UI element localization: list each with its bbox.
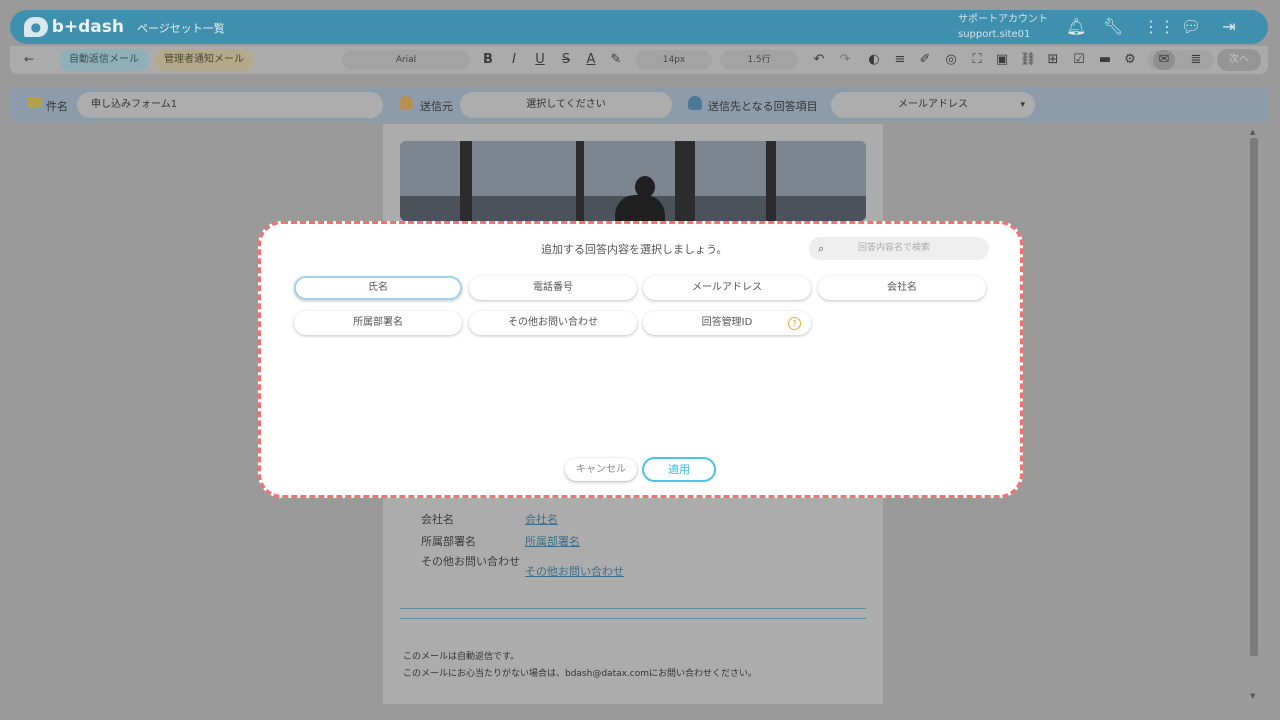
dialog-title: 追加する回答内容を選択しましょう。 xyxy=(541,243,728,256)
envelope-icon xyxy=(27,97,41,107)
undo-icon[interactable]: ↶ xyxy=(809,50,829,70)
chevron-down-icon: ▾ xyxy=(1020,100,1025,110)
font-select[interactable]: Arial xyxy=(342,50,470,70)
sender-label: 送信元 xyxy=(420,100,453,113)
checklist-icon[interactable]: ☑ xyxy=(1069,50,1089,70)
field-link[interactable]: 所属部署名 xyxy=(525,533,580,549)
chip-phone[interactable]: 電話番号 xyxy=(469,276,637,300)
logo-bubble-icon: ● xyxy=(24,17,48,37)
link-icon[interactable]: ⛓ xyxy=(1018,50,1038,70)
answer-select-dialog xyxy=(258,221,1023,498)
field-link[interactable]: その他お問い合わせ xyxy=(525,563,624,579)
align-icon[interactable]: ≡ xyxy=(890,50,910,70)
wrench-icon[interactable]: 🔧︎ xyxy=(1103,17,1123,37)
subject-input[interactable]: 申し込みフォーム1 xyxy=(77,92,383,118)
cancel-button[interactable]: キャンセル xyxy=(565,458,637,481)
divider xyxy=(400,618,866,619)
field-label: その他お問い合わせ xyxy=(421,555,520,568)
mail-view-icon[interactable]: ✉ xyxy=(1153,50,1175,70)
bold-icon[interactable]: B xyxy=(478,50,498,70)
divider xyxy=(400,608,866,609)
redo-icon[interactable]: ↷ xyxy=(835,50,855,70)
back-arrow-icon[interactable]: ← xyxy=(24,52,34,66)
palette-icon[interactable]: ◐ xyxy=(864,50,884,70)
answer-search-input[interactable]: ⌕ 回答内容名で検索 xyxy=(809,237,989,260)
subject-label: 件名 xyxy=(46,100,68,113)
help-chat-icon[interactable]: 💬︎ xyxy=(1181,17,1201,37)
sender-person-icon xyxy=(399,96,413,110)
field-label: 所属部署名 xyxy=(421,535,476,548)
font-color-icon[interactable]: A xyxy=(581,50,601,70)
field-link[interactable]: 会社名 xyxy=(525,511,558,527)
chip-email[interactable]: メールアドレス xyxy=(643,276,811,300)
font-size-select[interactable]: 14px xyxy=(636,50,712,70)
sender-select[interactable]: 選択してください xyxy=(460,92,672,118)
target-icon[interactable]: ◎ xyxy=(941,50,961,70)
field-label: 会社名 xyxy=(421,513,454,526)
grid-icon[interactable]: ⋮⋮ xyxy=(1143,17,1175,37)
highlight-icon[interactable]: ✎ xyxy=(606,50,626,70)
layout-icon[interactable]: ▬ xyxy=(1095,50,1115,70)
text-view-icon[interactable]: ≣ xyxy=(1186,50,1206,70)
account-info[interactable]: サポートアカウント support.site01 xyxy=(958,12,1048,42)
pen-icon[interactable]: ✐ xyxy=(915,50,935,70)
recipient-label: 送信先となる回答項目 xyxy=(708,100,818,113)
italic-icon[interactable]: I xyxy=(504,50,524,70)
search-icon: ⌕ xyxy=(818,242,825,255)
tab-auto-reply[interactable]: 自動返信メール xyxy=(59,49,149,71)
chip-answer-id[interactable]: 回答管理ID xyxy=(643,311,811,335)
next-button[interactable]: 次へ xyxy=(1217,49,1261,71)
chip-company[interactable]: 会社名 xyxy=(818,276,986,300)
help-question-icon[interactable]: ? xyxy=(788,317,801,330)
scroll-up-icon[interactable]: ▲ xyxy=(1250,128,1255,136)
logo[interactable]: ● b+dash xyxy=(24,15,124,39)
nav-pageset-list[interactable]: ページセット一覧 xyxy=(137,20,225,36)
tab-admin-notify[interactable]: 管理者通知メール xyxy=(154,49,254,71)
scroll-down-icon[interactable]: ▼ xyxy=(1250,692,1255,700)
strike-icon[interactable]: S xyxy=(556,50,576,70)
chip-other-inquiry[interactable]: その他お問い合わせ xyxy=(469,311,637,335)
footer-text-2: このメールにお心当たりがない場合は、bdash@datax.comにお問い合わせ… xyxy=(403,669,758,679)
apply-button[interactable]: 適用 xyxy=(642,457,716,482)
header-image xyxy=(400,141,866,221)
underline-icon[interactable]: U xyxy=(530,50,550,70)
chip-department[interactable]: 所属部署名 xyxy=(294,311,462,335)
image-icon[interactable]: ▣ xyxy=(992,50,1012,70)
settings-icon[interactable]: ⚙ xyxy=(1120,50,1140,70)
add-image-icon[interactable]: ⊞ xyxy=(1043,50,1063,70)
scrollbar-thumb[interactable] xyxy=(1250,138,1258,656)
bell-icon[interactable]: 🔔︎ xyxy=(1066,17,1086,37)
logout-icon[interactable]: ⇥ xyxy=(1219,17,1239,37)
line-height-select[interactable]: 1.5行 xyxy=(720,50,798,70)
recipient-person-icon xyxy=(688,96,702,110)
fullscreen-icon[interactable]: ⛶ xyxy=(967,50,987,70)
recipient-select[interactable]: メールアドレス ▾ xyxy=(831,92,1035,118)
footer-text-1: このメールは自動返信です。 xyxy=(403,652,520,662)
chip-name[interactable]: 氏名 xyxy=(294,276,462,300)
